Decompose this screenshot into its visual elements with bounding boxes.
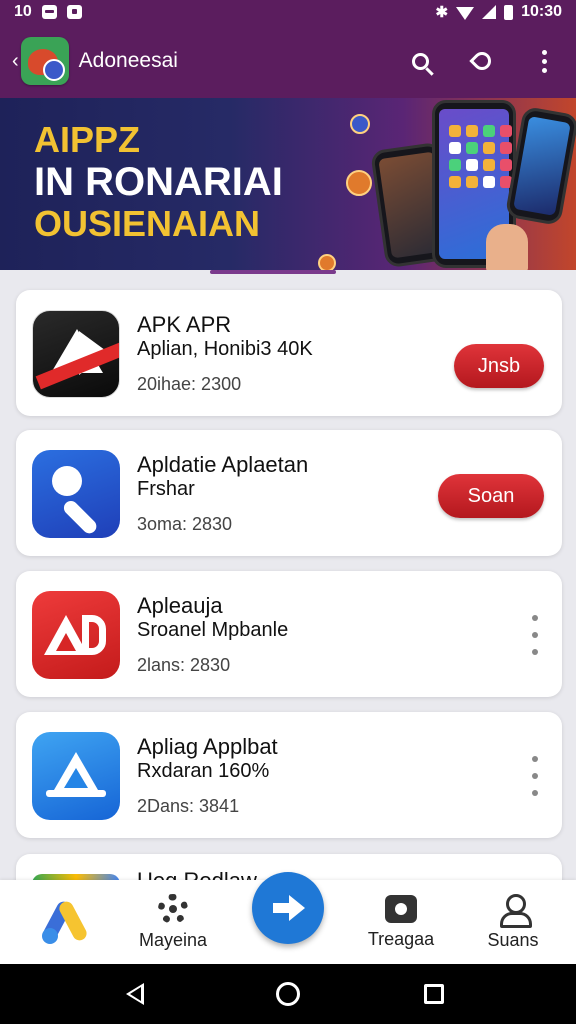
app-meta: 2Dans: 3841 — [137, 796, 240, 816]
gear-icon — [158, 893, 188, 924]
more-vert-icon[interactable] — [530, 756, 540, 796]
banner-line-1: AIPPZ — [34, 119, 141, 160]
hand-illustration — [486, 224, 528, 270]
app-logo-icon — [20, 37, 69, 85]
wifi-icon — [456, 6, 475, 20]
app-meta: 20ihae: 2300 — [137, 374, 242, 394]
app-title: Adoneesai — [78, 49, 178, 72]
apk-logo-icon — [32, 310, 120, 398]
system-nav-bar — [0, 964, 576, 1024]
nav-label: Mayeina — [138, 929, 208, 950]
app-name: Apldatie Aplaetan — [137, 452, 309, 477]
app-subtitle: Frshar — [137, 478, 195, 500]
status-time-left: 10 — [14, 3, 32, 20]
bag-icon — [385, 894, 417, 923]
app-subtitle: Aplian, Honibi3 40K — [137, 338, 313, 360]
banner-line-2: IN RONARIAI — [34, 160, 283, 204]
promo-banner[interactable]: AIPPZ IN RONARIAI OUSIENAIAN — [0, 98, 576, 270]
arrow-icon — [273, 895, 305, 921]
list-item[interactable]: Apleauja Sroanel Mpbanle 2lans: 2830 — [16, 571, 562, 697]
scan-button[interactable]: Soan — [438, 474, 544, 518]
nav-mayeina[interactable]: Mayeina — [126, 880, 220, 964]
location-button[interactable] — [466, 45, 498, 77]
nav-home[interactable] — [34, 880, 98, 964]
banner-line-3: OUSIENAIAN — [34, 203, 261, 244]
nav-label: Suans — [487, 929, 539, 950]
fab-button[interactable] — [252, 872, 324, 944]
nav-label: Treagaa — [367, 928, 435, 949]
user-icon — [498, 893, 532, 928]
search-icon — [411, 52, 429, 70]
recents-icon[interactable] — [424, 984, 444, 1004]
pin-icon — [469, 48, 495, 74]
back-chevron-icon[interactable]: ‹ — [12, 50, 19, 73]
app-meta: 2lans: 2830 — [137, 655, 231, 675]
bubble-icon — [350, 114, 370, 134]
bubble-icon — [346, 170, 372, 196]
notification-icon — [66, 5, 82, 19]
status-time: 10:30 — [521, 3, 562, 20]
signal-icon — [482, 5, 497, 19]
bubble-icon — [318, 254, 336, 270]
nav-treagaa[interactable]: Treagaa — [354, 880, 448, 964]
app-name: APK APR — [137, 312, 232, 337]
app-subtitle: Sroanel Mpbanle — [137, 619, 289, 641]
battery-icon — [504, 4, 514, 20]
list-item[interactable]: APK APR Aplian, Honibi3 40K 20ihae: 2300… — [16, 290, 562, 416]
more-vert-icon — [541, 49, 547, 73]
ap-logo-icon — [32, 591, 120, 679]
key-icon — [32, 450, 120, 538]
bluetooth-icon: ✱ — [435, 4, 449, 21]
app-subtitle: Rxdaran 160% — [137, 760, 270, 782]
nav-suans[interactable]: Suans — [468, 880, 558, 964]
install-button[interactable]: Jnsb — [454, 344, 544, 388]
list-item[interactable]: Apldatie Aplaetan Frshar 3oma: 2830 Soan — [16, 430, 562, 556]
list-item[interactable]: Apliag Applbat Rxdaran 160% 2Dans: 3841 — [16, 712, 562, 838]
home-logo-icon — [40, 896, 92, 948]
home-icon[interactable] — [276, 982, 300, 1006]
back-icon[interactable] — [126, 983, 144, 1005]
more-options-button[interactable] — [528, 45, 560, 77]
banner-indicator — [210, 270, 336, 274]
app-store-icon — [32, 732, 120, 820]
app-meta: 3oma: 2830 — [137, 514, 233, 534]
status-bar: 10 ✱ 10:30 — [0, 0, 576, 24]
search-button[interactable] — [404, 45, 436, 77]
app-name: Apleauja — [137, 593, 223, 618]
more-vert-icon[interactable] — [530, 615, 540, 655]
game-icon — [41, 5, 57, 19]
app-name: Apliag Applbat — [137, 734, 278, 759]
app-bar: ‹ Adoneesai — [0, 24, 576, 98]
